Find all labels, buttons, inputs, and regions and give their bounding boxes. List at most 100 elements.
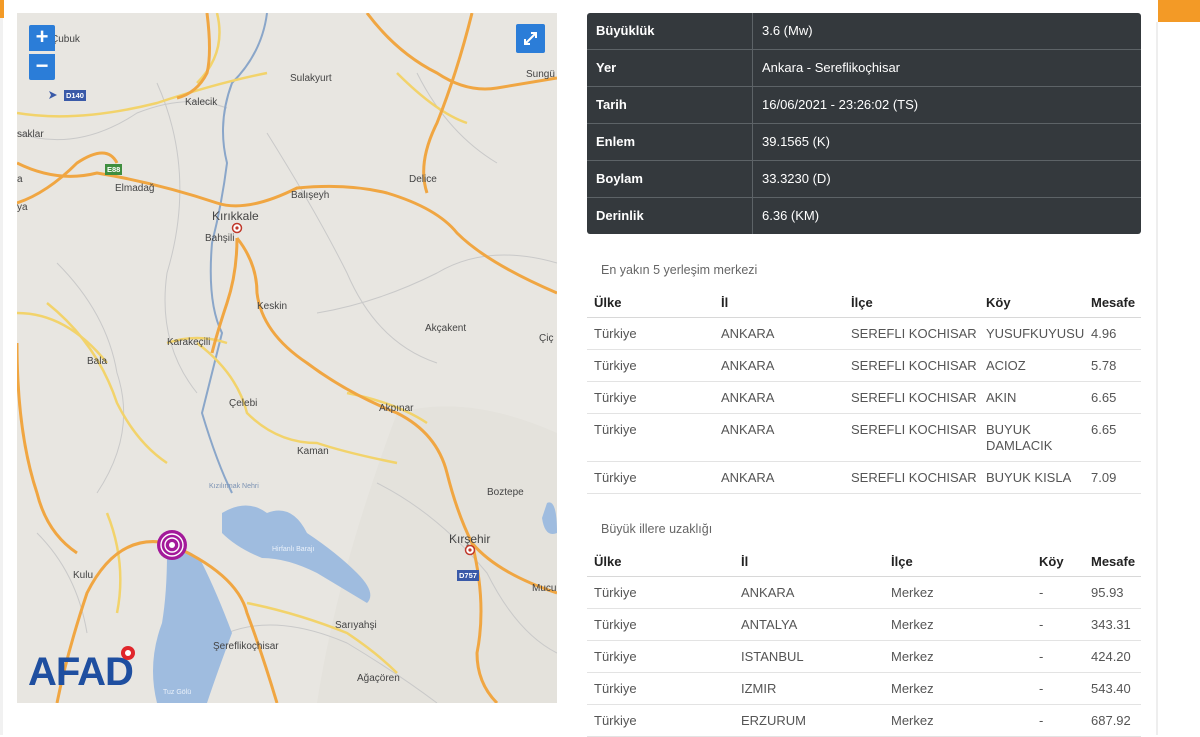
cell-village: - — [1039, 681, 1044, 696]
map-label: Delice — [409, 174, 437, 185]
map-label: Çubuk — [51, 34, 80, 45]
cell-distance: 6.65 — [1091, 390, 1117, 405]
map-label: Kalecik — [185, 97, 218, 108]
cell-country: Türkiye — [594, 681, 637, 696]
table-row: Türkiye ISTANBUL Merkez - 424.20 — [587, 641, 1141, 673]
map-label: Bala — [87, 356, 108, 367]
cell-village: - — [1039, 713, 1044, 728]
cell-province: ANTALYA — [741, 617, 798, 632]
cell-district: SEREFLI KOCHISAR — [851, 326, 977, 341]
cell-province: ISTANBUL — [741, 649, 804, 664]
map-label: Kaman — [297, 446, 329, 457]
cell-village: AKIN — [986, 390, 1017, 405]
column-header: Mesafe — [1091, 553, 1136, 569]
table-row: Türkiye ANKARA SEREFLI KOCHISAR ACIOZ 5.… — [587, 350, 1141, 382]
cities-section-title: Büyük illere uzaklığı — [601, 522, 713, 536]
cell-village: - — [1039, 649, 1044, 664]
cell-province: IZMIR — [741, 681, 777, 696]
cell-district: SEREFLI KOCHISAR — [851, 422, 977, 437]
cell-country: Türkiye — [594, 617, 637, 632]
table-row: Türkiye IZMIR Merkez - 543.40 — [587, 673, 1141, 705]
cell-country: Türkiye — [594, 326, 637, 341]
info-row: Tarih 16/06/2021 - 23:26:02 (TS) — [587, 87, 1141, 124]
column-header: Ülke — [594, 553, 622, 569]
cell-province: ANKARA — [721, 470, 775, 485]
road-shield: E88 — [105, 164, 123, 175]
cell-village: YUSUFKUYUSU — [986, 326, 1085, 341]
cell-province: ANKARA — [721, 422, 775, 437]
table-row: Türkiye ANKARA SEREFLI KOCHISAR AKIN 6.6… — [587, 382, 1141, 414]
info-key: Boylam — [587, 161, 753, 197]
cell-district: Merkez — [891, 713, 934, 728]
cell-district: Merkez — [891, 649, 934, 664]
expand-icon — [524, 32, 537, 45]
road-shield: D140 — [64, 90, 86, 101]
major-cities-table: Ülke İl İlçe Köy Mesafe Türkiye ANKARA M… — [587, 546, 1141, 737]
table-header: Ülke İl İlçe Köy Mesafe — [587, 287, 1141, 318]
map-label: Çiç — [539, 333, 554, 344]
info-row: Yer Ankara - Sereflikoçhisar — [587, 50, 1141, 87]
info-row: Boylam 33.3230 (D) — [587, 161, 1141, 198]
map-label: Çelebi — [229, 398, 258, 409]
table-row: Türkiye ANTALYA Merkez - 343.31 — [587, 609, 1141, 641]
table-row: Türkiye ANKARA Merkez - 95.93 — [587, 577, 1141, 609]
table-row: Türkiye ANKARA SEREFLI KOCHISAR BUYUK DA… — [587, 414, 1141, 462]
afad-logo: AFAD — [28, 650, 134, 694]
earthquake-map[interactable]: Çubuk Sulakyurt Sungü Kalecik saklar a y… — [17, 13, 557, 703]
header-accent — [0, 0, 4, 18]
cell-distance: 5.78 — [1091, 358, 1117, 373]
map-label: Kızılırmak Nehri — [209, 483, 259, 490]
info-row: Derinlik 6.36 (KM) — [587, 198, 1141, 234]
epicenter-marker[interactable] — [157, 530, 187, 560]
cell-distance: 95.93 — [1091, 585, 1124, 600]
map-label: Hirfanlı Barajı — [272, 546, 315, 553]
header-accent — [1158, 0, 1200, 22]
cell-distance: 424.20 — [1091, 649, 1131, 664]
cell-province: ANKARA — [721, 358, 775, 373]
info-key: Büyüklük — [587, 13, 753, 49]
column-header: Mesafe — [1091, 294, 1136, 310]
cell-country: Türkiye — [594, 422, 637, 437]
fullscreen-button[interactable] — [516, 24, 545, 53]
column-header: İlçe — [891, 553, 913, 569]
map-label: Karakeçili — [167, 337, 211, 348]
map-label: Akçakent — [425, 323, 467, 334]
info-value: 39.1565 (K) — [762, 134, 830, 149]
cell-province: ANKARA — [721, 390, 775, 405]
column-header: İl — [741, 553, 749, 569]
cell-village: - — [1039, 585, 1044, 600]
cell-district: SEREFLI KOCHISAR — [851, 358, 977, 373]
map-label: Keskin — [257, 301, 288, 312]
panel-divider — [1156, 22, 1158, 735]
info-key: Tarih — [587, 87, 753, 123]
nearest-section-title: En yakın 5 yerleşim merkezi — [601, 263, 758, 277]
cell-distance: 687.92 — [1091, 713, 1131, 728]
cell-country: Türkiye — [594, 585, 637, 600]
cell-province: ANKARA — [741, 585, 795, 600]
map-label: ya — [17, 202, 28, 213]
cell-district: Merkez — [891, 681, 934, 696]
info-value: Ankara - Sereflikoçhisar — [762, 60, 900, 75]
cell-district: SEREFLI KOCHISAR — [851, 470, 977, 485]
afad-logo-mark — [121, 646, 135, 660]
info-value: 33.3230 (D) — [762, 171, 831, 186]
cell-village: BUYUK DAMLACIK — [986, 422, 1053, 453]
map-label: Kulu — [73, 570, 94, 581]
table-row: Türkiye ANKARA SEREFLI KOCHISAR BUYUK KI… — [587, 462, 1141, 494]
zoom-in-button[interactable]: + — [29, 25, 55, 51]
zoom-out-button[interactable]: − — [29, 54, 55, 80]
page-left-edge — [0, 0, 3, 735]
road-shield: D757 — [457, 570, 479, 581]
table-row: Türkiye ERZURUM Merkez - 687.92 — [587, 705, 1141, 737]
map-label: Sulakyurt — [290, 73, 332, 84]
cell-country: Türkiye — [594, 713, 637, 728]
map-label: Elmadağ — [115, 183, 155, 194]
cell-district: Merkez — [891, 585, 934, 600]
info-value: 16/06/2021 - 23:26:02 (TS) — [762, 97, 919, 112]
map-label: Balışeyh — [291, 190, 330, 201]
info-key: Derinlik — [587, 198, 753, 234]
cell-country: Türkiye — [594, 390, 637, 405]
map-label: saklar — [17, 129, 44, 140]
info-key: Yer — [587, 50, 753, 86]
cell-country: Türkiye — [594, 358, 637, 373]
